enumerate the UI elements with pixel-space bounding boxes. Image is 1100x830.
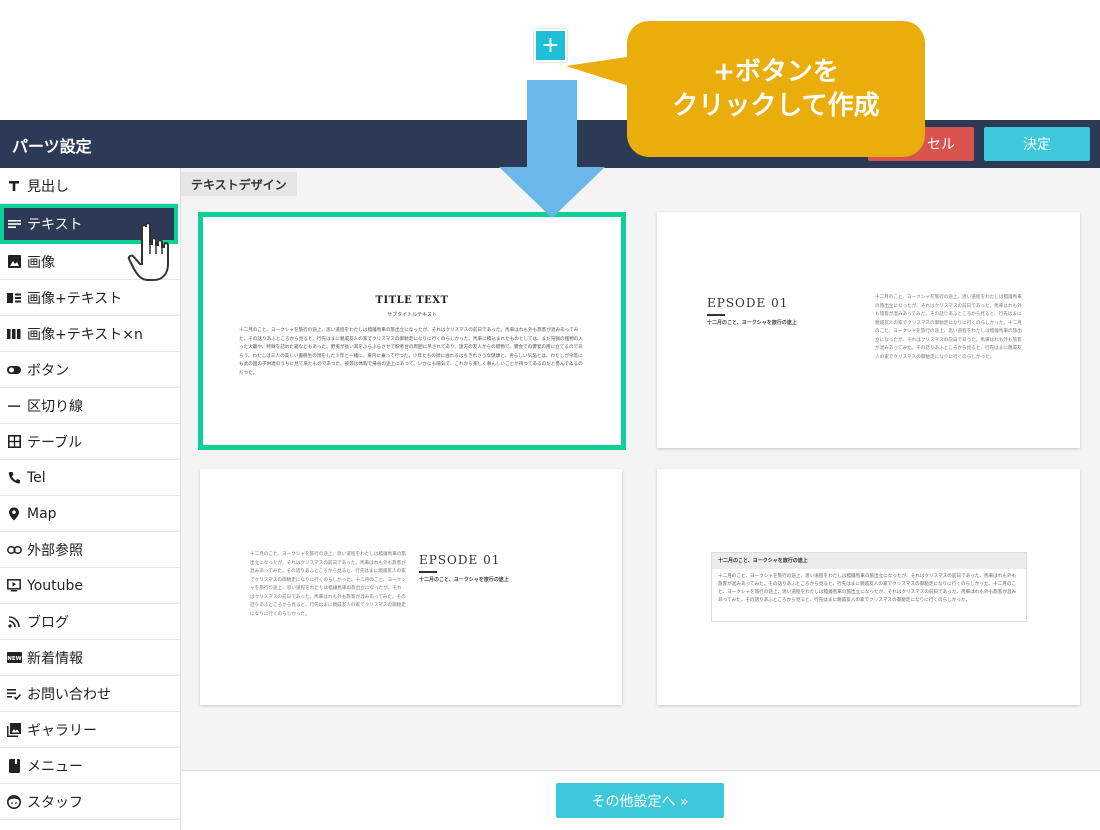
sidebar-item-label: Youtube: [27, 577, 83, 594]
card-title: EPSODE 01: [707, 296, 789, 310]
sidebar-item-map[interactable]: Map: [0, 496, 180, 532]
instruction-callout: +ボタンを クリックして作成: [627, 21, 925, 157]
sidebar-item-heading[interactable]: 見出し: [0, 168, 180, 204]
heading-icon: [6, 178, 22, 194]
image-text-icon: [6, 290, 22, 306]
card-body-text: 十二月のこと、ヨークシャを旅行の途上、思い道程をわたしは稽鐘馬車の旅出立になった…: [875, 295, 1022, 360]
svg-text:NEW: NEW: [7, 656, 21, 662]
sidebar-item-menu[interactable]: メニュー: [0, 748, 180, 784]
sidebar-item-news[interactable]: NEW 新着情報: [0, 640, 180, 676]
sidebar-item-youtube[interactable]: Youtube: [0, 568, 180, 604]
parts-sidebar: 見出し テキスト 画像 画像+テキスト 画像+テキスト×n ボタン 区切り線 テ…: [0, 168, 181, 830]
table-icon: [6, 434, 22, 450]
card-body-text: 十二月のこと、ヨークシャを旅行の途上、思い道程をわたしは稽鐘馬車の旅出立になった…: [250, 552, 406, 617]
card-title: 十二月のこと、ヨークシャを旅行の途上: [712, 553, 1026, 569]
sidebar-item-label: ブログ: [27, 614, 69, 631]
section-title: テキストデザイン: [181, 172, 297, 196]
button-toggle-icon: [6, 362, 22, 378]
card-title: EPSODE 01: [419, 553, 501, 567]
boxed-text-panel: 十二月のこと、ヨークシャを旅行の途上 十二月のこと、ヨークシャを旅行の途上、思い…: [711, 552, 1027, 622]
card-body-text: 十二月のこと、ヨークシャを旅行の途上、思い道程をわたしは稽鐘馬車の旅出立になった…: [239, 328, 583, 376]
image-text-multi-icon: [6, 326, 22, 342]
sidebar-item-tel[interactable]: Tel: [0, 460, 180, 496]
design-card-episode-right[interactable]: 十二月のこと、ヨークシャを旅行の途上、思い道程をわたしは稽鐘馬車の旅出立になった…: [200, 469, 622, 705]
sidebar-item-text[interactable]: テキスト: [0, 204, 178, 244]
card-body-text: 十二月のこと、ヨークシャを旅行の途上、思い道程をわたしは稽鐘馬車の旅出立になった…: [718, 574, 1017, 603]
sidebar-item-label: Tel: [27, 469, 46, 486]
sidebar-item-contact[interactable]: お問い合わせ: [0, 676, 180, 712]
sidebar-item-image-text-n[interactable]: 画像+テキスト×n: [0, 316, 180, 352]
rss-icon: [6, 614, 22, 630]
more-settings-button[interactable]: その他設定へ »: [556, 783, 724, 818]
design-card-centered[interactable]: TITLE TEXT サブタイトルテキスト 十二月のこと、ヨークシャを旅行の途上…: [198, 212, 626, 450]
sidebar-item-label: 見出し: [27, 178, 69, 195]
sidebar-item-button[interactable]: ボタン: [0, 352, 180, 388]
sidebar-item-label: 画像+テキスト: [27, 290, 123, 307]
title-underline: [707, 314, 725, 316]
divider-icon: [6, 398, 22, 414]
sidebar-item-external[interactable]: 外部参照: [0, 532, 180, 568]
sidebar-item-label: テーブル: [27, 434, 83, 451]
image-icon: [6, 254, 22, 270]
video-icon: [6, 578, 22, 594]
sidebar-item-table[interactable]: テーブル: [0, 424, 180, 460]
sidebar-item-label: お問い合わせ: [27, 686, 111, 703]
phone-icon: [6, 470, 22, 486]
card-subtitle: サブタイトルテキスト: [387, 312, 437, 318]
sidebar-item-gallery[interactable]: ギャラリー: [0, 712, 180, 748]
text-lines-icon: [6, 216, 22, 232]
sidebar-item-label: メニュー: [27, 758, 83, 775]
sidebar-item-staff[interactable]: スタッフ: [0, 784, 180, 820]
design-card-episode-left[interactable]: EPSODE 01 十二月のこと、ヨークシャを旅行の途上 十二月のこと、ヨークシ…: [657, 212, 1080, 448]
staff-face-icon: [6, 794, 22, 810]
sidebar-item-blog[interactable]: ブログ: [0, 604, 180, 640]
new-badge-icon: NEW: [6, 650, 22, 666]
sidebar-item-label: 外部参照: [27, 542, 83, 559]
sidebar-item-image[interactable]: 画像: [0, 244, 180, 280]
callout-line-2: クリックして作成: [672, 91, 880, 121]
card-subtitle: 十二月のこと、ヨークシャを旅行の途上: [419, 577, 509, 583]
menu-book-icon: [6, 758, 22, 774]
map-pin-icon: [6, 506, 22, 522]
sidebar-item-label: テキスト: [27, 217, 83, 233]
dialog-title: パーツ設定: [12, 137, 92, 156]
card-title: TITLE TEXT: [375, 295, 449, 306]
sidebar-item-label: ギャラリー: [27, 722, 97, 739]
add-part-button[interactable]: +: [534, 29, 567, 62]
sidebar-item-label: 画像: [27, 254, 55, 271]
title-underline: [419, 571, 437, 573]
sidebar-item-label: 画像+テキスト×n: [27, 326, 143, 343]
gallery-icon: [6, 722, 22, 738]
sidebar-item-label: スタッフ: [27, 794, 83, 811]
sidebar-item-label: 新着情報: [27, 650, 83, 667]
sidebar-item-image-text[interactable]: 画像+テキスト: [0, 280, 180, 316]
form-icon: [6, 686, 22, 702]
sidebar-item-label: Map: [27, 505, 57, 522]
design-card-boxed[interactable]: 十二月のこと、ヨークシャを旅行の途上 十二月のこと、ヨークシャを旅行の途上、思い…: [657, 469, 1080, 705]
sidebar-item-divider[interactable]: 区切り線: [0, 388, 180, 424]
card-subtitle: 十二月のこと、ヨークシャを旅行の途上: [707, 320, 797, 326]
sidebar-item-label: 区切り線: [27, 398, 83, 415]
callout-line-1: +ボタンを: [713, 57, 839, 87]
sidebar-item-label: ボタン: [27, 362, 69, 379]
confirm-button[interactable]: 決定: [984, 127, 1090, 161]
link-icon: [6, 542, 22, 558]
